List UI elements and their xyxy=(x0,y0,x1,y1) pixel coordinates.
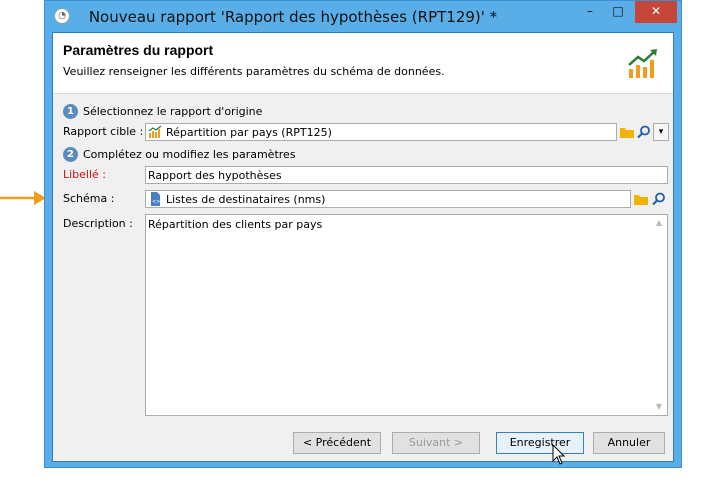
header-subtitle: Veuillez renseigner les différents param… xyxy=(63,65,445,78)
vertical-scrollbar[interactable]: ▲ ▼ xyxy=(651,215,667,415)
header-panel: Paramètres du rapport Veuillez renseigne… xyxy=(53,33,673,94)
minimize-button[interactable]: – xyxy=(577,1,603,23)
step-1-number: 1 xyxy=(63,104,78,119)
rapport-cible-label: Rapport cible : xyxy=(63,125,144,138)
schema-file-icon: <> xyxy=(151,192,160,206)
dialog-body: Paramètres du rapport Veuillez renseigne… xyxy=(52,32,674,462)
dialog-window: ◔ Nouveau rapport 'Rapport des hypothèse… xyxy=(44,0,682,468)
scroll-up-icon[interactable]: ▲ xyxy=(655,219,663,227)
description-value: Répartition des clients par pays xyxy=(148,218,323,231)
chart-trend-icon xyxy=(628,49,657,78)
close-button[interactable]: ✕ xyxy=(635,1,677,23)
description-textarea[interactable]: Répartition des clients par pays ▲ ▼ xyxy=(145,214,668,416)
schema-value: Listes de destinataires (nms) xyxy=(166,193,326,206)
schema-label: Schéma : xyxy=(63,192,115,205)
chevron-down-icon[interactable]: ▾ xyxy=(653,123,669,141)
cancel-button[interactable]: Annuler xyxy=(593,432,665,454)
maximize-button[interactable]: □ xyxy=(605,1,631,23)
previous-button[interactable]: < Précédent xyxy=(293,432,381,454)
step-2: 2 Complétez ou modifiez les paramètres xyxy=(63,147,296,163)
annotation-arrow xyxy=(0,191,46,205)
schema-field[interactable]: <> Listes de destinataires (nms) xyxy=(145,190,631,208)
title-bar[interactable]: ◔ Nouveau rapport 'Rapport des hypothèse… xyxy=(45,1,681,31)
folder-icon[interactable] xyxy=(619,124,635,140)
next-button[interactable]: Suivant > xyxy=(392,432,480,454)
schema-folder-icon[interactable] xyxy=(633,191,649,207)
header-title: Paramètres du rapport xyxy=(63,42,214,58)
libelle-input[interactable]: Rapport des hypothèses xyxy=(145,166,668,184)
mouse-cursor-icon xyxy=(552,444,566,465)
description-label: Description : xyxy=(63,217,133,230)
save-button[interactable]: Enregistrer xyxy=(496,432,584,454)
search-icon[interactable] xyxy=(636,124,652,140)
step-2-label: Complétez ou modifiez les paramètres xyxy=(83,148,296,161)
libelle-value: Rapport des hypothèses xyxy=(148,169,282,182)
step-1: 1 Sélectionnez le rapport d'origine xyxy=(63,104,262,120)
scroll-down-icon[interactable]: ▼ xyxy=(655,403,663,411)
svg-text:<>: <> xyxy=(152,199,160,205)
schema-search-icon[interactable] xyxy=(651,191,667,207)
report-chart-icon xyxy=(148,125,162,138)
step-1-label: Sélectionnez le rapport d'origine xyxy=(83,105,263,118)
step-2-number: 2 xyxy=(63,147,78,162)
libelle-label: Libellé : xyxy=(63,168,107,181)
rapport-cible-field[interactable]: Répartition par pays (RPT125) xyxy=(145,123,617,141)
rapport-cible-value: Répartition par pays (RPT125) xyxy=(166,126,332,139)
window-title: Nouveau rapport 'Rapport des hypothèses … xyxy=(88,8,498,26)
